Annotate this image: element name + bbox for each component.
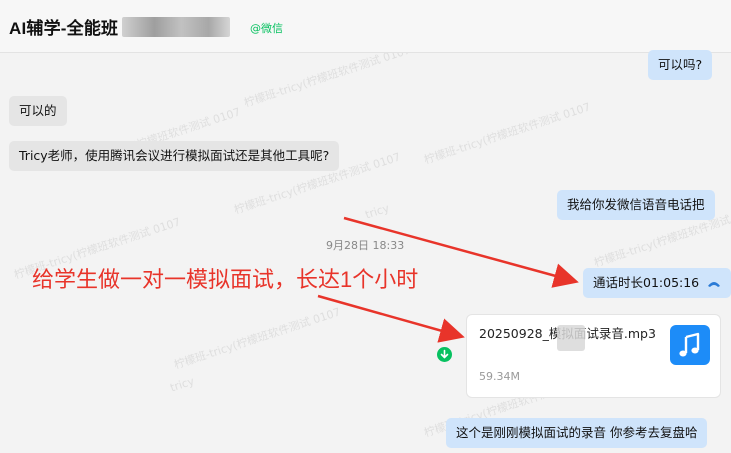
redacted-filename-part (557, 325, 585, 351)
phone-icon (708, 281, 721, 287)
download-icon[interactable] (437, 347, 452, 362)
call-record-message[interactable]: 通话时长01:05:16 (583, 268, 731, 298)
message-outgoing[interactable]: 我给你发微信语音电话把 (557, 190, 715, 220)
watermark: 柠檬班-tricy(柠檬班软件测试 0107 (422, 100, 593, 167)
message-outgoing[interactable]: 可以吗? (648, 50, 713, 80)
watermark: tricy (168, 374, 196, 395)
call-duration-label: 通话时长01:05:16 (593, 275, 700, 290)
message-timestamp: 9月28日 18:33 (326, 239, 405, 252)
wechat-source-tag: @微信 (250, 22, 283, 35)
chat-title: AI辅学-全能班 (9, 19, 119, 38)
annotation-text: 给学生做一对一模拟面试，长达1个小时 (32, 267, 419, 292)
file-size: 59.34M (479, 370, 520, 383)
message-incoming[interactable]: Tricy老师，使用腾讯会议进行模拟面试还是其他工具呢? (9, 141, 340, 171)
chat-header: AI辅学-全能班 @微信 (0, 0, 731, 53)
music-note-icon (670, 325, 710, 365)
message-outgoing[interactable]: 这个是刚刚模拟面试的录音 你参考去复盘哈 (446, 418, 708, 448)
annotation-arrow (317, 294, 465, 343)
audio-file-card[interactable]: 20250928_模拟面试录音.mp3 59.34M (466, 314, 721, 398)
redacted-name (122, 17, 230, 37)
message-incoming[interactable]: 可以的 (9, 96, 67, 126)
watermark: 柠檬班-tricy(柠檬班软件测试 0107 (172, 305, 343, 372)
watermark: tricy (363, 201, 391, 222)
